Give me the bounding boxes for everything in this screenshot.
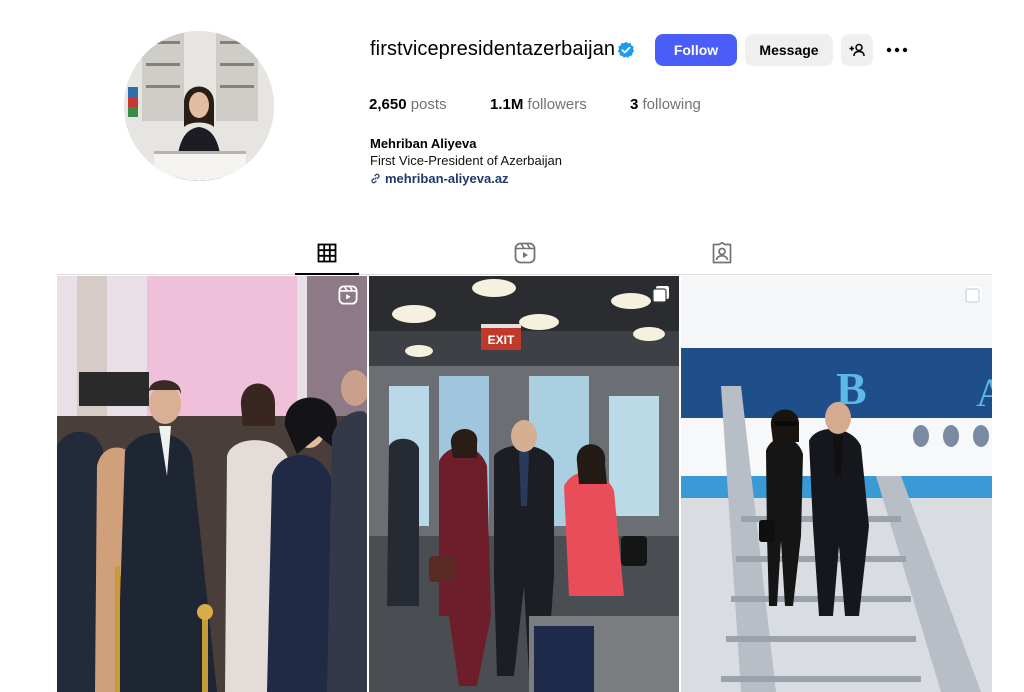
post-image: B A — [681, 276, 992, 692]
follow-button[interactable]: Follow — [655, 34, 737, 66]
profile-username: firstvicepresidentazerbaijan — [370, 38, 616, 60]
post-tile[interactable] — [57, 276, 367, 692]
reels-icon — [338, 285, 358, 305]
profile-avatar[interactable] — [124, 31, 274, 181]
posts-label: posts — [410, 96, 447, 113]
carousel-icon — [965, 286, 982, 303]
profile-link[interactable]: mehriban-aliyeva.az — [370, 171, 509, 186]
active-tab-indicator — [295, 273, 359, 275]
carousel-icon — [652, 286, 669, 303]
suggested-accounts-button[interactable] — [841, 34, 873, 66]
following-stat[interactable]: 3 following — [630, 96, 701, 113]
add-person-icon — [849, 43, 865, 57]
link-icon — [371, 173, 380, 184]
verified-badge-icon — [617, 41, 635, 58]
more-horizontal-icon — [886, 47, 908, 53]
profile-link-text: mehriban-aliyeva.az — [385, 171, 509, 186]
post-tile[interactable]: EXIT — [369, 276, 679, 692]
following-label: following — [642, 96, 701, 113]
followers-count: 1.1M — [490, 96, 524, 113]
tagged-icon — [712, 242, 732, 264]
posts-stat: 2,650 posts — [369, 96, 447, 113]
reels-icon — [514, 242, 536, 264]
profile-bio: First Vice-President of Azerbaijan — [370, 153, 562, 168]
message-button[interactable]: Message — [745, 34, 833, 66]
tab-reels[interactable] — [512, 240, 538, 266]
following-count: 3 — [630, 96, 639, 113]
post-image: EXIT — [369, 276, 679, 692]
svg-text:EXIT: EXIT — [488, 333, 515, 347]
profile-full-name: Mehriban Aliyeva — [370, 136, 477, 151]
avatar-image — [124, 31, 274, 181]
followers-stat[interactable]: 1.1M followers — [490, 96, 587, 113]
grid-icon — [317, 243, 337, 263]
tab-posts[interactable] — [314, 240, 340, 266]
more-options-button[interactable] — [884, 40, 910, 60]
followers-label: followers — [527, 96, 587, 113]
posts-count: 2,650 — [369, 96, 407, 113]
tabs-divider — [57, 274, 992, 275]
post-image — [57, 276, 367, 692]
post-tile[interactable]: B A — [681, 276, 992, 692]
tab-tagged[interactable] — [709, 240, 735, 266]
svg-text:A: A — [976, 370, 992, 415]
